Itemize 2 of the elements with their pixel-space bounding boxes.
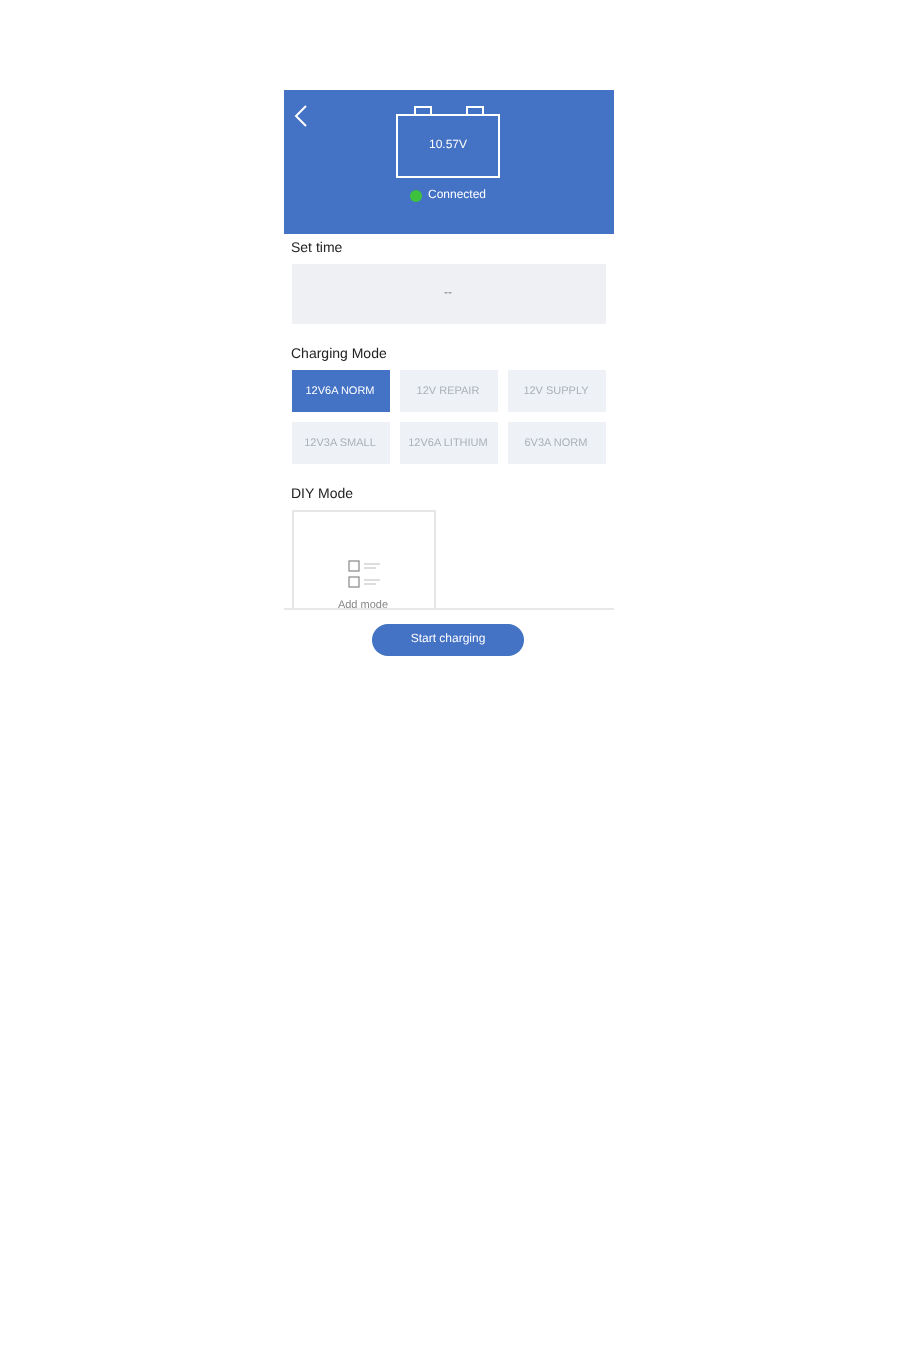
back-icon[interactable] <box>293 104 307 128</box>
list-icon <box>347 560 379 588</box>
